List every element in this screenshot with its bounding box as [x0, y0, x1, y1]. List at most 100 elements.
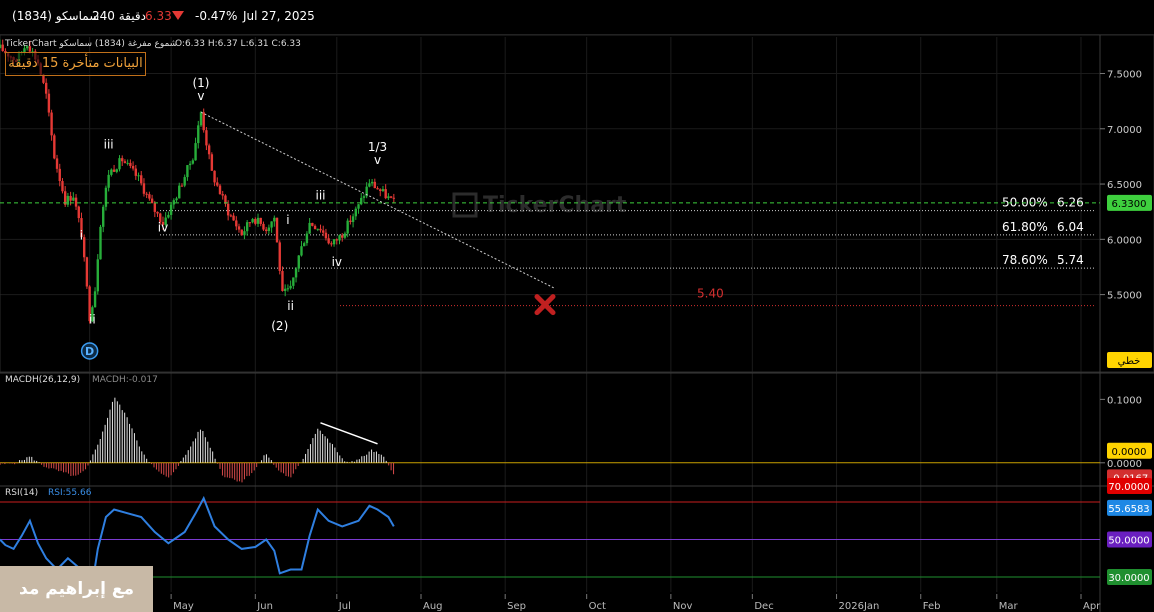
y-tick-label: 6.5000 [1107, 180, 1142, 191]
rsi-30-badge-text: 30.0000 [1108, 573, 1149, 584]
candle-body [53, 135, 56, 159]
candle-body [270, 221, 273, 228]
candle-body [99, 226, 102, 260]
candle-body [167, 214, 170, 218]
data-delay-notice: البيانات متأخرة 15 دقيقة [5, 52, 146, 76]
candle-body [1, 44, 4, 52]
candle-body [240, 229, 243, 236]
candle-body [229, 215, 233, 217]
candle-body [205, 130, 208, 146]
candle-body [118, 158, 121, 170]
candle-body [218, 185, 222, 195]
rsi-30-badge: 30.0000 [1107, 569, 1152, 585]
candle-body [213, 170, 216, 183]
candle-body [72, 197, 75, 201]
candle-body [50, 112, 53, 136]
candle-body [335, 239, 338, 241]
scale-mode-badge: خطي [1107, 352, 1152, 368]
wave-label: D [85, 345, 94, 358]
candle-body [110, 169, 113, 175]
candle-body [44, 82, 48, 94]
candle-body [392, 197, 396, 199]
candle-body [191, 160, 195, 164]
candle-body [381, 189, 385, 191]
candle-body [243, 231, 246, 236]
wave-label: 1/3 [368, 140, 387, 154]
candle-body [207, 145, 211, 155]
candle-body [188, 163, 192, 166]
x-tick-label: May [173, 601, 194, 612]
macd-tick-label: 0.1000 [1107, 395, 1142, 406]
candle-body [338, 235, 341, 241]
candle-body [150, 198, 154, 204]
candle-body [237, 226, 241, 230]
candle-body [183, 177, 186, 186]
candle-body [379, 189, 382, 191]
candle [278, 240, 281, 275]
rsi-50-badge: 50.0000 [1107, 531, 1152, 548]
wave-label: ii [89, 312, 96, 326]
wave-label: iv [158, 221, 168, 235]
candle-body [134, 168, 138, 176]
candle [199, 111, 203, 127]
candle-body [102, 206, 105, 227]
target-label: 5.40 [697, 287, 724, 301]
wave-label: i [80, 228, 83, 242]
wave-label: iii [315, 189, 325, 203]
wave-label: i [286, 213, 289, 227]
candle-body [389, 196, 393, 198]
candle-body [202, 112, 205, 131]
candle-body [142, 183, 146, 194]
down-arrow-icon [172, 11, 184, 20]
candle-body [245, 222, 249, 232]
chart-header-title: TickerChart شموع مفرغة (1834) سماسكو [4, 39, 177, 49]
x-tick-label: Aug [423, 601, 443, 612]
candle-body [137, 175, 140, 177]
candle-body [305, 233, 309, 244]
wave-label: ii [287, 299, 294, 313]
candle-body [357, 204, 360, 209]
candle-body [349, 220, 352, 223]
x-tick-label: Feb [923, 601, 941, 612]
candle-body [324, 232, 328, 239]
x-tick-label: Mar [999, 601, 1019, 612]
candle-body [289, 285, 292, 289]
candle [99, 224, 102, 260]
scale-mode-badge-text: خطي [1118, 356, 1141, 367]
macd-legend: MACDH(26,12,9) [5, 375, 80, 385]
fib-percent-label: 78.60% [1002, 253, 1048, 267]
macd-value-label: MACDH:-0.017 [92, 375, 158, 385]
candle-body [180, 185, 184, 187]
candle [85, 256, 89, 289]
candle [218, 184, 222, 195]
candle-body [346, 220, 349, 234]
candle-body [131, 165, 135, 169]
candle-body [216, 182, 219, 186]
candle-body [175, 198, 178, 201]
symbol-name[interactable]: سماسكو (1834) [12, 9, 99, 23]
candle [311, 222, 314, 227]
candle-body [264, 229, 268, 231]
rsi-legend: RSI(14) [5, 488, 38, 498]
candle-body [330, 243, 333, 245]
candle-body [47, 93, 51, 113]
wave-label: v [374, 153, 381, 167]
fib-value-label: 6.04 [1057, 220, 1084, 234]
last-price: 6.33 [145, 9, 172, 23]
chart-area[interactable]: TickerChart 50.00% 6.2661.80% 6.0478.60% 5.… [0, 35, 1154, 612]
rsi-last-badge-text: 55.6583 [1108, 504, 1149, 515]
x-tick-label: Jul [338, 601, 351, 612]
last-price-badge-text: 6.3300 [1112, 199, 1147, 210]
candle-body [69, 195, 72, 201]
candle-body [373, 181, 377, 189]
candle-body [186, 165, 189, 178]
candle-body [140, 175, 143, 184]
tickerchart-watermark: TickerChart [483, 193, 627, 218]
ohlc-readout: O:6.33 H:6.37 L:6.31 C:6.33 [175, 39, 301, 49]
candle-body [300, 246, 303, 256]
candle-body [221, 194, 224, 196]
candle-body [145, 193, 148, 195]
candle-body [115, 169, 118, 172]
candle-body [129, 162, 132, 166]
candle-body [387, 196, 390, 199]
